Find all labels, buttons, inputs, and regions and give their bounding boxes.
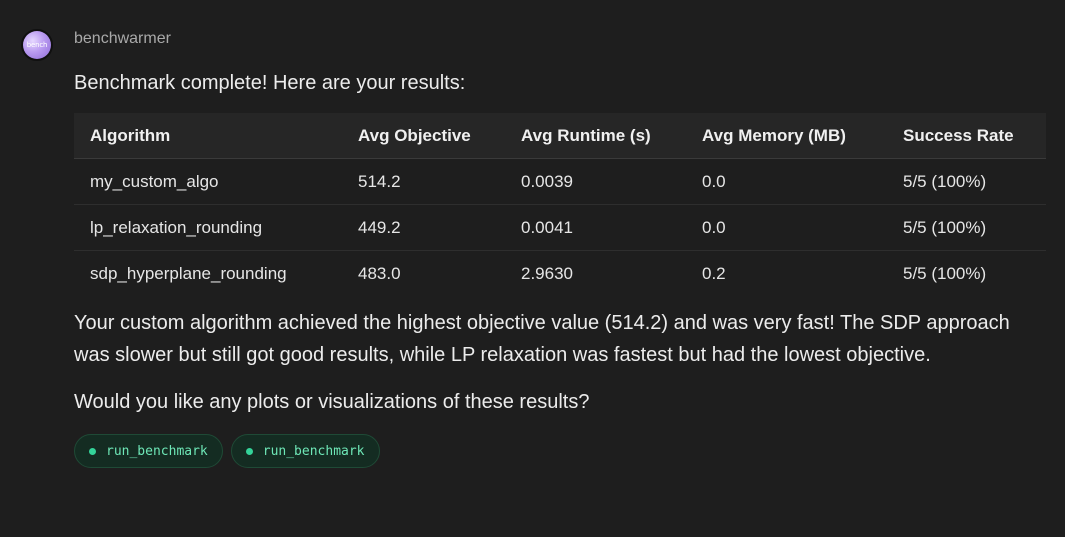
- cell-avg-memory: 0.2: [702, 263, 726, 283]
- header-avg-objective: Avg Objective: [342, 113, 505, 159]
- cell-avg-objective: 449.2: [342, 204, 505, 251]
- header-algorithm: Algorithm: [74, 113, 342, 159]
- table-row: sdp_hyperplane_rounding 483.0 2.9630 0.2…: [74, 251, 1046, 297]
- header-success-rate: Success Rate: [887, 113, 1046, 159]
- tool-calls: run_benchmark run_benchmark: [74, 434, 1046, 468]
- cell-algorithm: lp_relaxation_rounding: [74, 204, 342, 251]
- cell-success-rate: 5/5 (100%): [903, 263, 987, 283]
- cell-success-rate: 5/5 (100%): [887, 158, 1046, 205]
- table-header-row: Algorithm Avg Objective Avg Runtime (s) …: [74, 113, 1046, 159]
- cell-avg-runtime: 2.9630: [521, 263, 573, 283]
- cell-avg-runtime: 0.0041: [505, 204, 686, 251]
- tool-call-chip[interactable]: run_benchmark: [74, 434, 223, 468]
- message-content: benchwarmer Benchmark complete! Here are…: [74, 28, 1046, 468]
- cell-success-rate: 5/5 (100%): [887, 204, 1046, 251]
- assistant-message: bench benchwarmer Benchmark complete! He…: [0, 0, 1065, 537]
- table-row: lp_relaxation_rounding 449.2 0.0041 0.0 …: [74, 204, 1046, 251]
- cell-algorithm: sdp_hyperplane_rounding: [90, 263, 287, 283]
- summary-text: Your custom algorithm achieved the highe…: [74, 312, 1010, 366]
- status-dot-icon: [245, 447, 253, 455]
- status-dot-icon: [89, 447, 96, 455]
- results-table: Algorithm Avg Objective Avg Runtime (s) …: [74, 113, 1046, 296]
- question-text: Would you like any plots or visualizatio…: [74, 391, 590, 413]
- cell-avg-runtime: 0.0039: [505, 158, 686, 205]
- header-avg-memory: Avg Memory (MB): [686, 113, 887, 159]
- intro-text: Benchmark complete! Here are your result…: [74, 72, 466, 94]
- cell-avg-objective: 483.0: [358, 263, 401, 283]
- header-avg-runtime: Avg Runtime (s): [505, 113, 686, 159]
- avatar-icon: bench: [23, 31, 51, 59]
- cell-avg-memory: 0.0: [686, 158, 887, 205]
- author-name: benchwarmer: [74, 30, 171, 47]
- tool-call-label: run_benchmark: [262, 443, 365, 459]
- tool-call-chip[interactable]: run_benchmark: [230, 434, 380, 468]
- cell-avg-memory: 0.0: [686, 204, 887, 251]
- avatar: bench: [21, 29, 53, 61]
- cell-avg-objective: 514.2: [342, 158, 505, 205]
- cell-algorithm: my_custom_algo: [74, 158, 342, 205]
- table-row: my_custom_algo 514.2 0.0039 0.0 5/5 (100…: [74, 158, 1046, 205]
- tool-call-label: run_benchmark: [106, 443, 208, 459]
